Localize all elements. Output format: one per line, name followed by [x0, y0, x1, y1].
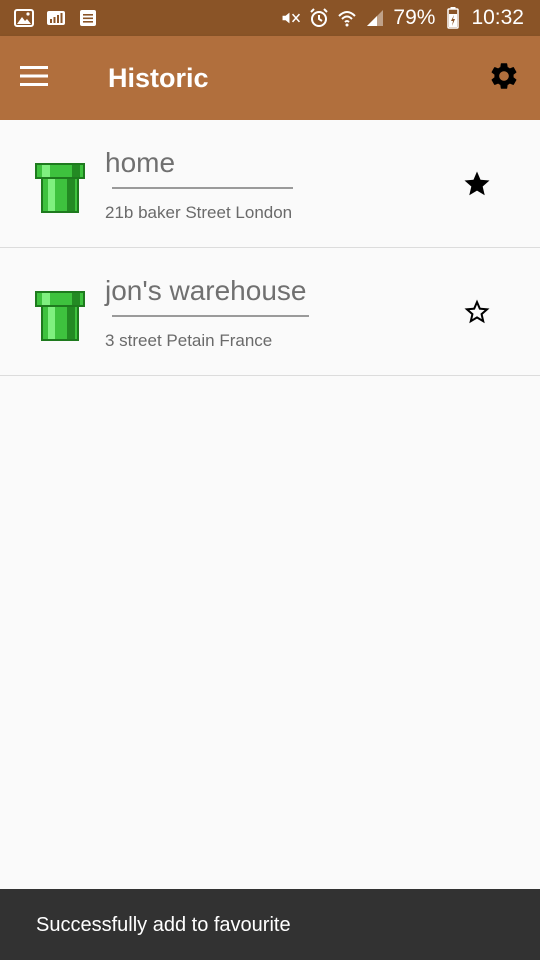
name-underline — [112, 315, 309, 317]
battery-percent: 79% — [393, 6, 436, 29]
snackbar: Successfully add to favourite — [0, 889, 540, 960]
snackbar-message: Successfully add to favourite — [36, 914, 291, 936]
clock: 10:32 — [471, 6, 524, 29]
item-address: 3 street Petain France — [105, 331, 273, 350]
alarm-icon — [309, 8, 329, 28]
favourite-button[interactable] — [459, 296, 495, 332]
app-bar: Historic — [0, 36, 540, 120]
gallery-icon — [14, 8, 34, 28]
historic-list: home 21b baker Street London jon's wareh… — [0, 120, 540, 376]
green-pipe-icon — [34, 162, 86, 214]
favourite-button[interactable] — [459, 168, 495, 204]
notes-icon — [78, 8, 98, 28]
hamburger-menu-icon — [19, 65, 49, 92]
list-item[interactable]: home 21b baker Street London — [0, 120, 540, 248]
settings-button[interactable] — [486, 60, 522, 96]
green-pipe-icon — [34, 290, 86, 342]
gear-icon — [488, 60, 520, 97]
page-title: Historic — [108, 63, 209, 93]
menu-button[interactable] — [14, 58, 54, 98]
star-filled-icon — [462, 169, 492, 204]
item-address: 21b baker Street London — [105, 203, 293, 222]
battery-icon — [443, 7, 463, 29]
item-name: home — [105, 147, 176, 178]
signal-bars-icon — [46, 8, 66, 28]
status-bar-right: 79% 10:32 — [281, 4, 524, 32]
status-bar: 79% 10:32 — [0, 0, 540, 36]
list-item[interactable]: jon's warehouse 3 street Petain France — [0, 248, 540, 376]
star-outline-icon — [462, 297, 492, 332]
item-name: jon's warehouse — [105, 275, 307, 306]
app-screen: 79% 10:32 Historic home 21b baker Street… — [0, 0, 540, 960]
status-bar-left — [14, 8, 98, 28]
mute-icon — [281, 8, 301, 28]
name-underline — [112, 187, 293, 189]
wifi-icon — [337, 8, 357, 28]
cell-signal-icon — [365, 8, 385, 28]
